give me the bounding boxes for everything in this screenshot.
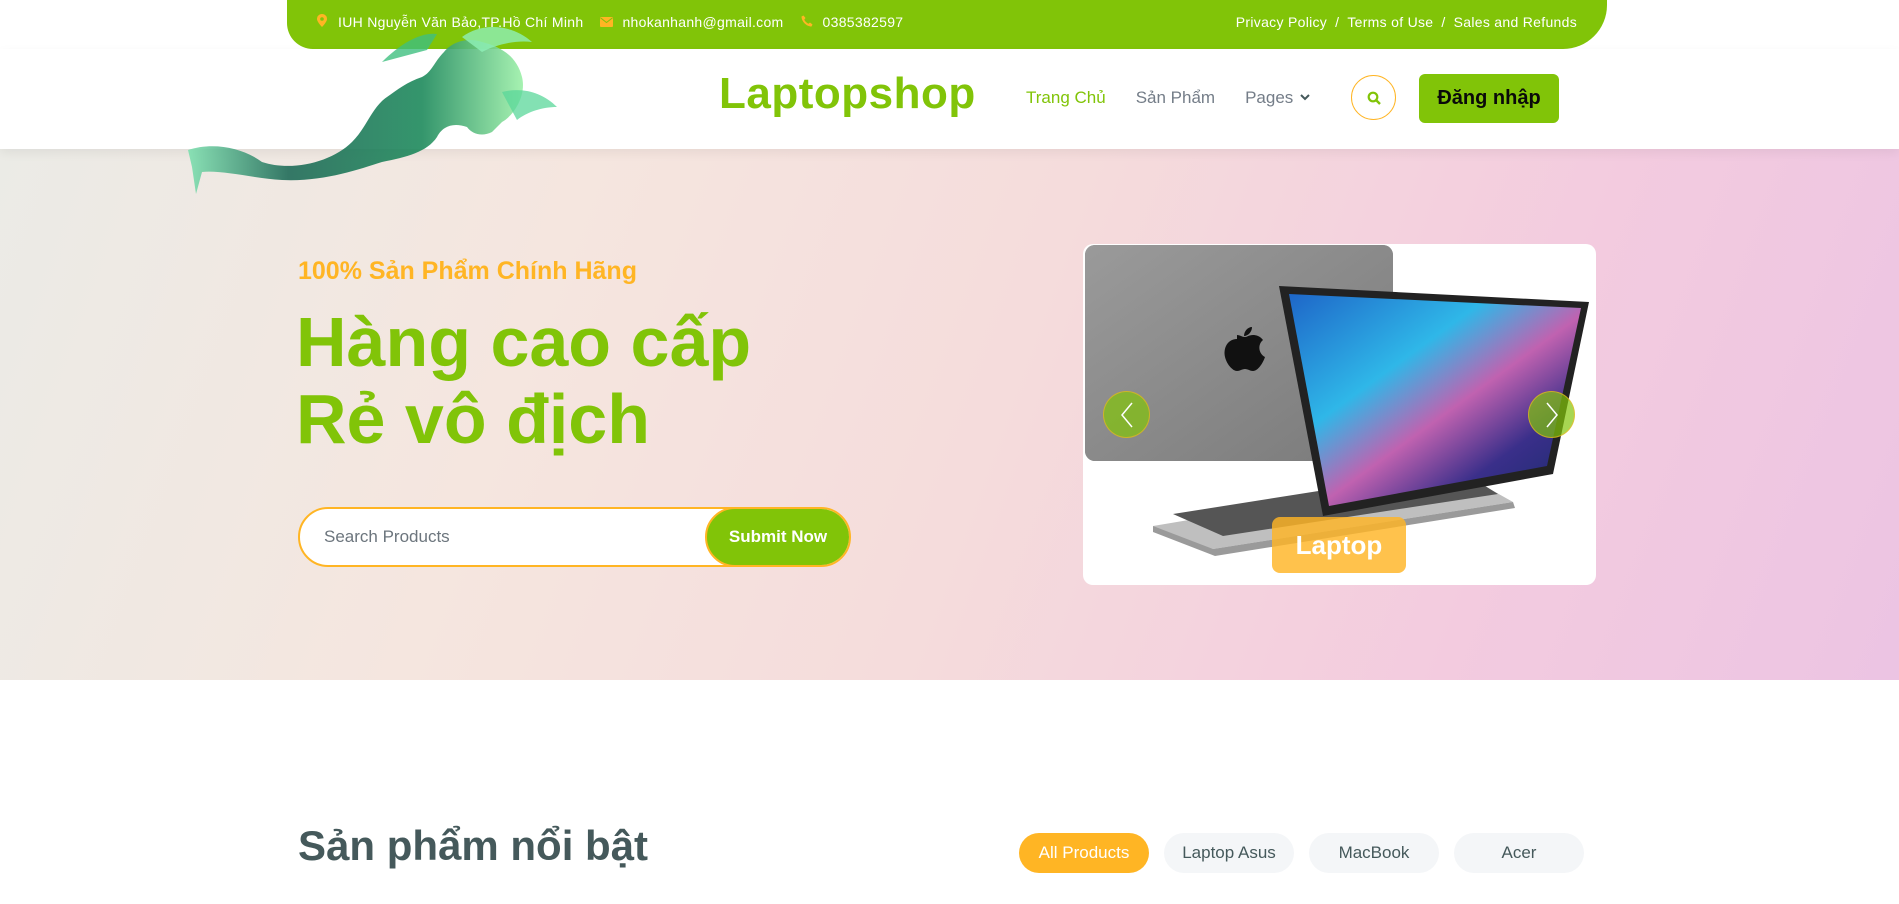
nav-item-label: Pages	[1245, 88, 1294, 107]
top-bar: IUH Nguyễn Văn Bảo,TP.Hồ Chí Minh nhokan…	[287, 0, 1607, 49]
chevron-left-icon	[1120, 402, 1133, 427]
carousel-prev-button[interactable]	[1103, 391, 1150, 438]
address-text: IUH Nguyễn Văn Bảo,TP.Hồ Chí Minh	[338, 14, 584, 30]
nav-menu: Trang Chủ Sản Phẩm Pages	[1026, 88, 1340, 108]
main-navbar: Laptopshop Trang Chủ Sản Phẩm Pages Đăng…	[0, 49, 1899, 149]
hero-title-line-1: Hàng cao cấp	[296, 303, 752, 381]
filter-laptop-asus[interactable]: Laptop Asus	[1164, 833, 1294, 873]
chevron-down-icon	[1300, 93, 1310, 104]
email-link[interactable]: nhokanhanh@gmail.com	[622, 14, 783, 30]
nav-item-san-pham[interactable]: Sản Phẩm	[1136, 88, 1215, 108]
brand-logo[interactable]: Laptopshop	[719, 69, 976, 119]
product-filter-tabs: All Products Laptop Asus MacBook Acer	[1019, 833, 1599, 873]
address-item: IUH Nguyễn Văn Bảo,TP.Hồ Chí Minh	[315, 14, 583, 30]
terms-of-use-link[interactable]: Terms of Use	[1347, 14, 1433, 30]
envelope-icon	[599, 15, 613, 30]
hero-title-line-2: Rẻ vô địch	[296, 380, 650, 458]
submit-now-button[interactable]: Submit Now	[705, 509, 849, 565]
search-products-input[interactable]	[324, 509, 684, 565]
phone-icon	[800, 15, 814, 30]
nav-item-trang-chu[interactable]: Trang Chủ	[1026, 88, 1106, 108]
filter-all-products[interactable]: All Products	[1019, 833, 1149, 873]
hero-title: Hàng cao cấp Rẻ vô địch	[296, 304, 751, 458]
chevron-right-icon	[1545, 402, 1558, 427]
filter-macbook[interactable]: MacBook	[1309, 833, 1439, 873]
login-button[interactable]: Đăng nhập	[1419, 74, 1559, 123]
nav-item-pages[interactable]: Pages	[1245, 88, 1310, 108]
hero-search-form: Submit Now	[298, 507, 851, 567]
phone-item: 0385382597	[800, 14, 904, 30]
link-separator: /	[1441, 14, 1446, 30]
nav-item-label: Sản Phẩm	[1135, 88, 1216, 107]
map-marker-icon	[315, 14, 329, 30]
privacy-policy-link[interactable]: Privacy Policy	[1236, 14, 1327, 30]
featured-products-title: Sản phẩm nổi bật	[298, 822, 649, 869]
sales-refunds-link[interactable]: Sales and Refunds	[1454, 14, 1577, 30]
hero-section: 100% Sản Phẩm Chính Hãng Hàng cao cấp Rẻ…	[0, 149, 1899, 680]
contact-info: IUH Nguyễn Văn Bảo,TP.Hồ Chí Minh nhokan…	[315, 14, 919, 30]
page: 100% Sản Phẩm Chính Hãng Hàng cao cấp Rẻ…	[0, 0, 1899, 904]
carousel-slide-label: Laptop	[1272, 517, 1406, 573]
phone-text: 0385382597	[822, 14, 904, 30]
carousel-next-button[interactable]	[1528, 391, 1575, 438]
hero-subtitle: 100% Sản Phẩm Chính Hãng	[298, 257, 637, 285]
search-button[interactable]	[1351, 75, 1396, 120]
email-item: nhokanhanh@gmail.com	[599, 14, 783, 30]
hero-carousel: Laptop	[1083, 244, 1596, 585]
policy-links: Privacy Policy / Terms of Use / Sales an…	[1236, 14, 1577, 30]
link-separator: /	[1335, 14, 1340, 30]
filter-acer[interactable]: Acer	[1454, 833, 1584, 873]
search-icon	[1367, 91, 1381, 105]
nav-item-label: Trang Chủ	[1026, 88, 1106, 107]
